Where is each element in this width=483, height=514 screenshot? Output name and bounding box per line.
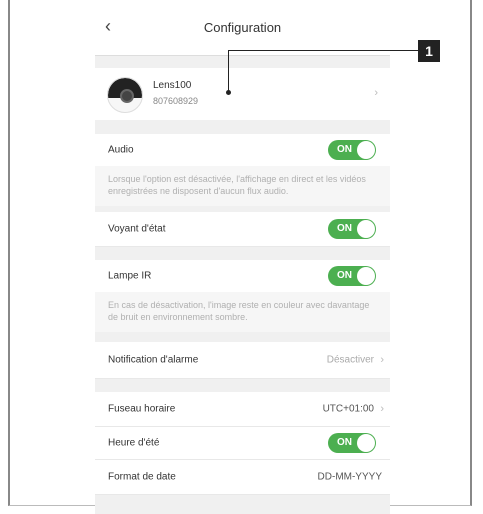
- daylight-saving-row: Heure d'été ON: [95, 427, 390, 460]
- daylight-saving-toggle[interactable]: ON: [328, 433, 376, 453]
- toggle-text: ON: [337, 144, 352, 155]
- audio-toggle[interactable]: ON: [328, 140, 376, 160]
- page-title: Configuration: [203, 20, 282, 35]
- status-light-row: Voyant d'état ON: [95, 212, 390, 247]
- timezone-label: Fuseau horaire: [108, 403, 176, 415]
- chevron-right-icon: ›: [374, 87, 378, 99]
- alarm-notification-value: Désactiver: [326, 354, 374, 366]
- status-light-toggle[interactable]: ON: [328, 219, 376, 239]
- date-format-label: Format de date: [108, 471, 176, 483]
- ir-lamp-toggle[interactable]: ON: [328, 266, 376, 286]
- device-serial: 807608929: [153, 96, 199, 106]
- callout-leader-line: [228, 50, 418, 51]
- toggle-text: ON: [337, 270, 352, 281]
- toggle-text: ON: [337, 223, 352, 234]
- status-light-label: Voyant d'état: [108, 223, 166, 235]
- daylight-saving-label: Heure d'été: [108, 437, 160, 449]
- callout-leader-line: [228, 50, 229, 92]
- date-format-row[interactable]: Format de date DD-MM-YYYY: [95, 460, 390, 495]
- callout-leader-dot: [226, 90, 231, 95]
- ir-lamp-row: Lampe IR ON: [95, 260, 390, 293]
- timezone-row[interactable]: Fuseau horaire UTC+01:00 ›: [95, 392, 390, 427]
- ir-lamp-description: En cas de désactivation, l'image reste e…: [95, 292, 390, 332]
- phone-screen: ‹ Configuration Lens100 807608929 › Audi…: [95, 0, 390, 514]
- alarm-notification-label: Notification d'alarme: [108, 354, 199, 366]
- chevron-right-icon: ›: [380, 403, 384, 415]
- audio-description: Lorsque l'option est désactivée, l'affic…: [95, 166, 390, 206]
- audio-row: Audio ON: [95, 134, 390, 167]
- camera-thumbnail: [107, 77, 143, 113]
- toggle-text: ON: [337, 437, 352, 448]
- date-format-value: DD-MM-YYYY: [317, 471, 382, 483]
- alarm-notification-row[interactable]: Notification d'alarme Désactiver ›: [95, 342, 390, 379]
- chevron-right-icon: ›: [380, 354, 384, 366]
- device-name: Lens100: [153, 80, 192, 91]
- top-bar: ‹ Configuration: [95, 0, 390, 56]
- audio-label: Audio: [108, 144, 134, 156]
- timezone-value: UTC+01:00: [322, 403, 374, 415]
- ir-lamp-label: Lampe IR: [108, 270, 152, 282]
- callout-badge: 1: [418, 40, 440, 62]
- device-card[interactable]: Lens100 807608929 ›: [95, 68, 390, 120]
